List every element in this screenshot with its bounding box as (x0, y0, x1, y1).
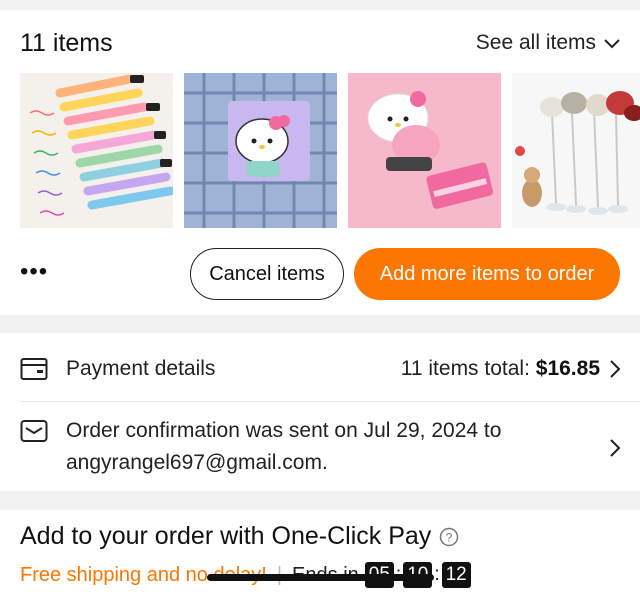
card-icon (20, 358, 48, 380)
order-confirmation-text: Order confirmation was sent on Jul 29, 2… (66, 415, 600, 479)
item-actions: ••• Cancel items Add more items to order (0, 248, 640, 300)
timer-colon: : (434, 564, 440, 585)
items-total: 11 items total: $16.85 (401, 357, 600, 381)
items-header: 11 items See all items (20, 28, 622, 58)
items-total-value: $16.85 (535, 357, 600, 380)
top-strip (0, 0, 640, 10)
hello-kitty-stapler-thumbnail[interactable] (348, 73, 501, 228)
chevron-right-icon (610, 360, 621, 378)
items-card: 11 items See all items ••• Cancel items … (0, 10, 640, 315)
confirmation-line-1: Order confirmation was sent on Jul 29, 2… (66, 419, 502, 442)
one-click-title: Add to your order with One-Click Pay ? (20, 522, 459, 551)
one-click-pay-card: Add to your order with One-Click Pay ? F… (0, 510, 640, 595)
confirmation-email: angyrangel697@gmail.com. (66, 451, 328, 474)
chevron-down-icon (604, 39, 620, 49)
svg-text:?: ? (446, 530, 453, 544)
order-details-card: Payment details 11 items total: $16.85 O… (0, 333, 640, 491)
see-all-label: See all items (475, 31, 596, 54)
chevron-right-icon (610, 439, 621, 457)
payment-details-label: Payment details (66, 357, 216, 380)
items-count: 11 items (20, 28, 113, 57)
one-click-title-text: Add to your order with One-Click Pay (20, 522, 432, 550)
item-thumbnails (20, 73, 640, 228)
mail-icon (20, 420, 48, 442)
divider (20, 401, 640, 402)
see-all-items-link[interactable]: See all items (476, 31, 622, 55)
cat-toy-thumbnail[interactable] (512, 73, 640, 228)
home-indicator[interactable] (207, 574, 434, 581)
add-more-items-button[interactable]: Add more items to order (354, 248, 620, 300)
timer-seconds: 12 (441, 562, 471, 588)
hello-kitty-notepad-thumbnail[interactable] (184, 73, 337, 228)
items-total-prefix: 11 items total: (400, 357, 536, 380)
pens-thumbnail[interactable] (20, 73, 173, 228)
cancel-items-button[interactable]: Cancel items (190, 248, 344, 300)
more-options-icon[interactable]: ••• (20, 260, 48, 284)
order-confirmation-row[interactable]: Order confirmation was sent on Jul 29, 2… (20, 415, 622, 479)
payment-details-row[interactable]: Payment details 11 items total: $16.85 (20, 349, 622, 389)
help-icon[interactable]: ? (439, 527, 459, 547)
